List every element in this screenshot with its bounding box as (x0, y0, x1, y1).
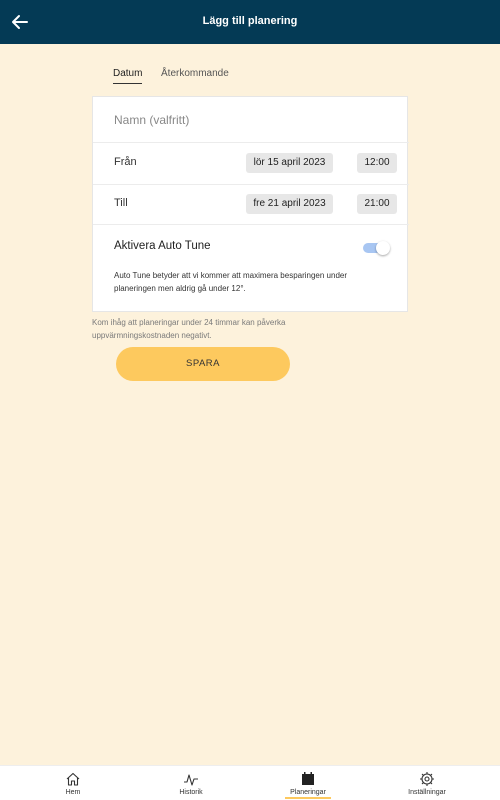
from-date-picker[interactable]: lör 15 april 2023 (246, 153, 333, 173)
nav-item-historik[interactable]: Historik (166, 766, 216, 800)
autotune-label: Aktivera Auto Tune (114, 240, 211, 252)
to-label: Till (114, 197, 128, 209)
from-row: Från lör 15 april 2023 12:00 (93, 143, 409, 185)
autotune-toggle[interactable] (363, 241, 390, 255)
page-title: Lägg till planering (202, 15, 298, 27)
nav-item-hem[interactable]: Hem (48, 766, 98, 800)
nav-label-planeringar: Planeringar (290, 789, 326, 796)
name-row: Namn (valfritt) (93, 97, 409, 143)
save-button[interactable]: SPARA (116, 347, 290, 381)
nav-label-installningar: Inställningar (408, 789, 446, 796)
toggle-knob (376, 241, 390, 255)
home-icon (66, 772, 80, 786)
planning-form-card: Namn (valfritt) Från lör 15 april 2023 1… (92, 96, 409, 312)
to-date-picker[interactable]: fre 21 april 2023 (246, 194, 333, 214)
info-note: Kom ihåg att planeringar under 24 timmar… (92, 318, 286, 340)
to-row: Till fre 21 april 2023 21:00 (93, 185, 409, 225)
nav-item-installningar[interactable]: Inställningar (396, 766, 458, 800)
bottom-navigation: Hem Historik Planeringar Inställningar (0, 765, 500, 800)
gear-icon (420, 772, 434, 786)
from-time-picker[interactable]: 12:00 (357, 153, 397, 173)
to-time-picker[interactable]: 21:00 (357, 194, 397, 214)
active-indicator (285, 797, 331, 799)
tab-aterkommande[interactable]: Återkommande (161, 68, 229, 79)
nav-label-historik: Historik (179, 789, 203, 796)
nav-label-hem: Hem (65, 789, 81, 796)
from-label: Från (114, 156, 137, 168)
tab-datum[interactable]: Datum (113, 68, 143, 84)
autotune-description: Auto Tune betyder att vi kommer att maxi… (114, 271, 348, 293)
calendar-icon (302, 772, 314, 785)
history-icon (184, 774, 198, 786)
app-bar: Lägg till planering (0, 0, 500, 44)
nav-item-planeringar[interactable]: Planeringar (283, 766, 333, 800)
name-input[interactable]: Namn (valfritt) (114, 113, 189, 127)
